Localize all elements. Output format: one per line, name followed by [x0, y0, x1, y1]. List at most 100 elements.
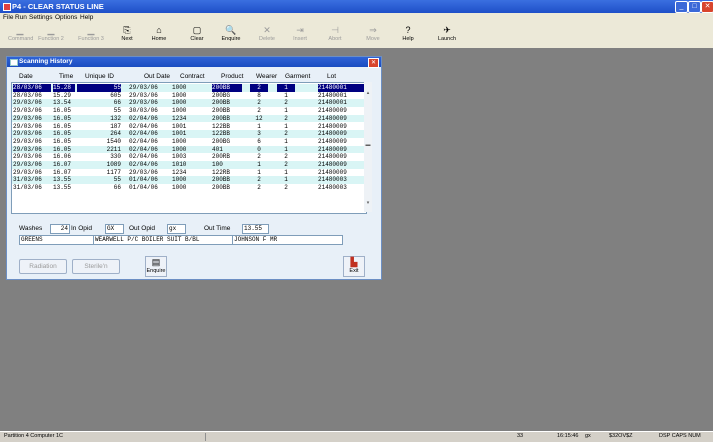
table-cell: 122RB [212, 168, 231, 176]
table-row[interactable]: 29/03/06 16.07 1089 02/04/06 1010 100 1 2 214800… [12, 161, 366, 169]
table-cell: 29/03/06 [129, 99, 158, 107]
table-row[interactable]: 28/03/06 15.28 55 29/03/06 1000 200BB 2 1 214800… [12, 84, 366, 92]
wearer-name-field[interactable]: JOHNSON F MR [232, 235, 343, 245]
table-cell: 187 [110, 122, 121, 130]
table-cell: 2 [250, 84, 268, 92]
table-cell: 1 [284, 137, 288, 145]
home-button[interactable]: ⌂ Home [150, 25, 168, 46]
home-label: Home [151, 36, 167, 42]
menu-help[interactable]: Help [80, 14, 93, 21]
help-label: Help [402, 36, 414, 42]
table-cell: 1003 [172, 153, 187, 161]
table-cell: 1 [257, 168, 261, 176]
table-cell: 16.05 [53, 137, 72, 145]
colour-field[interactable]: GREENS [19, 235, 94, 245]
table-cell: 2 [257, 107, 261, 115]
table-cell: 55 [113, 107, 121, 115]
clear-label: Clear [190, 36, 204, 42]
table-cell: 100 [212, 161, 223, 168]
menu-file[interactable]: File [3, 14, 13, 21]
table-cell: 66 [113, 99, 121, 107]
table-cell: 21480009 [318, 161, 347, 168]
next-button[interactable]: ⎘ Next [118, 25, 136, 46]
table-cell: 16.07 [53, 168, 72, 176]
table-cell: 21480009 [318, 114, 347, 122]
menu-settings[interactable]: Settings [29, 14, 53, 21]
abort-button[interactable]: ⊣ Abort [326, 25, 344, 46]
table-cell: 02/04/06 [129, 161, 158, 168]
table-row[interactable]: 29/03/06 16.05 187 02/04/06 1001 122BB 1 1 21480… [12, 123, 366, 131]
out-time-field[interactable]: 13.55 [242, 224, 269, 234]
table-cell: 29/03/06 [13, 130, 42, 138]
table-row[interactable]: 29/03/06 13.54 66 29/03/06 1000 200BB 2 2 214800… [12, 99, 366, 108]
table-row[interactable]: 29/03/06 16.05 2211 02/04/06 1000 401 0 1 214800… [12, 145, 366, 154]
table-cell: 29/03/06 [129, 168, 158, 176]
table-cell: 29/03/06 [13, 145, 42, 153]
move-icon: ⇒ [369, 25, 377, 35]
document-icon: ▤ [151, 257, 161, 267]
table-row[interactable]: 29/03/06 16.05 55 30/03/06 1000 200BB 2 1 214800… [12, 107, 366, 115]
table-row[interactable]: 29/03/06 16.05 1540 02/04/06 1000 200BG 6 1 2148… [12, 138, 366, 146]
enquire-label: Enquire [221, 36, 241, 42]
table-cell: 1010 [172, 161, 187, 168]
scroll-up-arrow[interactable]: ▴ [365, 90, 371, 96]
dialog-close-button[interactable]: ✕ [368, 58, 379, 68]
table-cell: 605 [110, 91, 121, 99]
menu-run[interactable]: Run [15, 14, 27, 21]
exit-button[interactable]: ▙ Exit [343, 256, 365, 277]
command-button[interactable]: ▁ Command [8, 25, 34, 46]
scroll-down-arrow[interactable]: ▾ [365, 200, 371, 206]
in-opid-label: In Opid [71, 225, 92, 232]
launch-button[interactable]: ✈ Launch [436, 25, 458, 46]
table-row[interactable]: 29/03/06 16.05 132 02/04/06 1234 200BB 12 2 2148… [12, 114, 366, 123]
magnifier-icon: 🔍 [225, 25, 237, 35]
help-button[interactable]: ? Help [400, 25, 416, 46]
sterilisation-button[interactable]: Sterile'n [72, 259, 120, 274]
out-opid-field[interactable]: gx [167, 224, 186, 234]
table-cell: 1 [257, 122, 261, 130]
delete-button[interactable]: ✕ Delete [257, 25, 277, 46]
maximize-button[interactable]: □ [688, 1, 701, 13]
table-row[interactable]: 29/03/06 16.05 264 02/04/06 1001 122BB 3 2 21480… [12, 130, 366, 138]
table-cell: 21480009 [318, 107, 347, 115]
table-cell: 29/03/06 [13, 153, 42, 161]
table-row[interactable]: 31/03/06 13.55 66 01/04/06 1000 200BB 2 2 214800… [12, 184, 366, 192]
description-field[interactable]: WEARWELL P/C BOILER SUIT B/BL [93, 235, 233, 245]
function-2-button[interactable]: ▁ Function 2 [38, 25, 64, 46]
table-row[interactable]: 28/03/06 15.29 605 29/03/06 1000 200BG 8 1 21480… [12, 92, 366, 100]
command-label: Command [8, 36, 34, 42]
table-row[interactable]: 31/03/06 13.55 55 01/04/06 1000 200BB 2 1 214800… [12, 176, 366, 185]
radiation-button[interactable]: Radiation [19, 259, 67, 274]
washes-field[interactable]: 24 [50, 224, 70, 234]
table-scrollbar[interactable]: ▴ ▬ ▾ [364, 82, 372, 212]
minimize-button[interactable]: _ [675, 1, 688, 13]
table-cell: 1001 [172, 130, 187, 138]
table-cell: 21480001 [318, 84, 364, 92]
table-cell: 29/03/06 [13, 161, 42, 168]
close-button[interactable]: ✕ [701, 1, 713, 13]
table-cell: 15.29 [53, 91, 72, 99]
function-3-button[interactable]: ▁ Function 3 [78, 25, 104, 46]
table-cell: 1000 [172, 91, 187, 99]
table-row[interactable]: 29/03/06 16.06 330 02/04/06 1003 200RB 2 2 21480… [12, 153, 366, 161]
table-cell: 29/03/06 [13, 168, 42, 176]
table-cell: 2 [284, 114, 288, 122]
menu-options[interactable]: Options [55, 14, 77, 21]
table-cell: 16.05 [53, 130, 72, 138]
enquire-button[interactable]: 🔍 Enquire [219, 25, 243, 46]
table-cell: 01/04/06 [129, 176, 158, 184]
in-opid-field[interactable]: GX [105, 224, 124, 234]
table-cell: 1 [257, 161, 261, 168]
insert-button[interactable]: ⇥ Insert [290, 25, 310, 46]
enquire-dialog-button[interactable]: ▤ Enquire [145, 256, 167, 277]
table-row[interactable]: 29/03/06 16.07 1177 29/03/06 1234 122RB 1 1 2148… [12, 169, 366, 177]
table-cell: 200BB [212, 107, 231, 115]
history-table[interactable]: 28/03/06 15.28 55 29/03/06 1000 200BB 2 1 214800… [11, 82, 367, 214]
col-time: Time [59, 73, 74, 80]
table-cell: 29/03/06 [13, 122, 42, 130]
scroll-thumb[interactable]: ▬ [365, 142, 371, 148]
clear-button[interactable]: ▢ Clear [188, 25, 206, 46]
table-cell: 29/03/06 [129, 84, 158, 91]
move-button[interactable]: ⇒ Move [364, 25, 382, 46]
table-cell: 21480009 [318, 122, 347, 130]
